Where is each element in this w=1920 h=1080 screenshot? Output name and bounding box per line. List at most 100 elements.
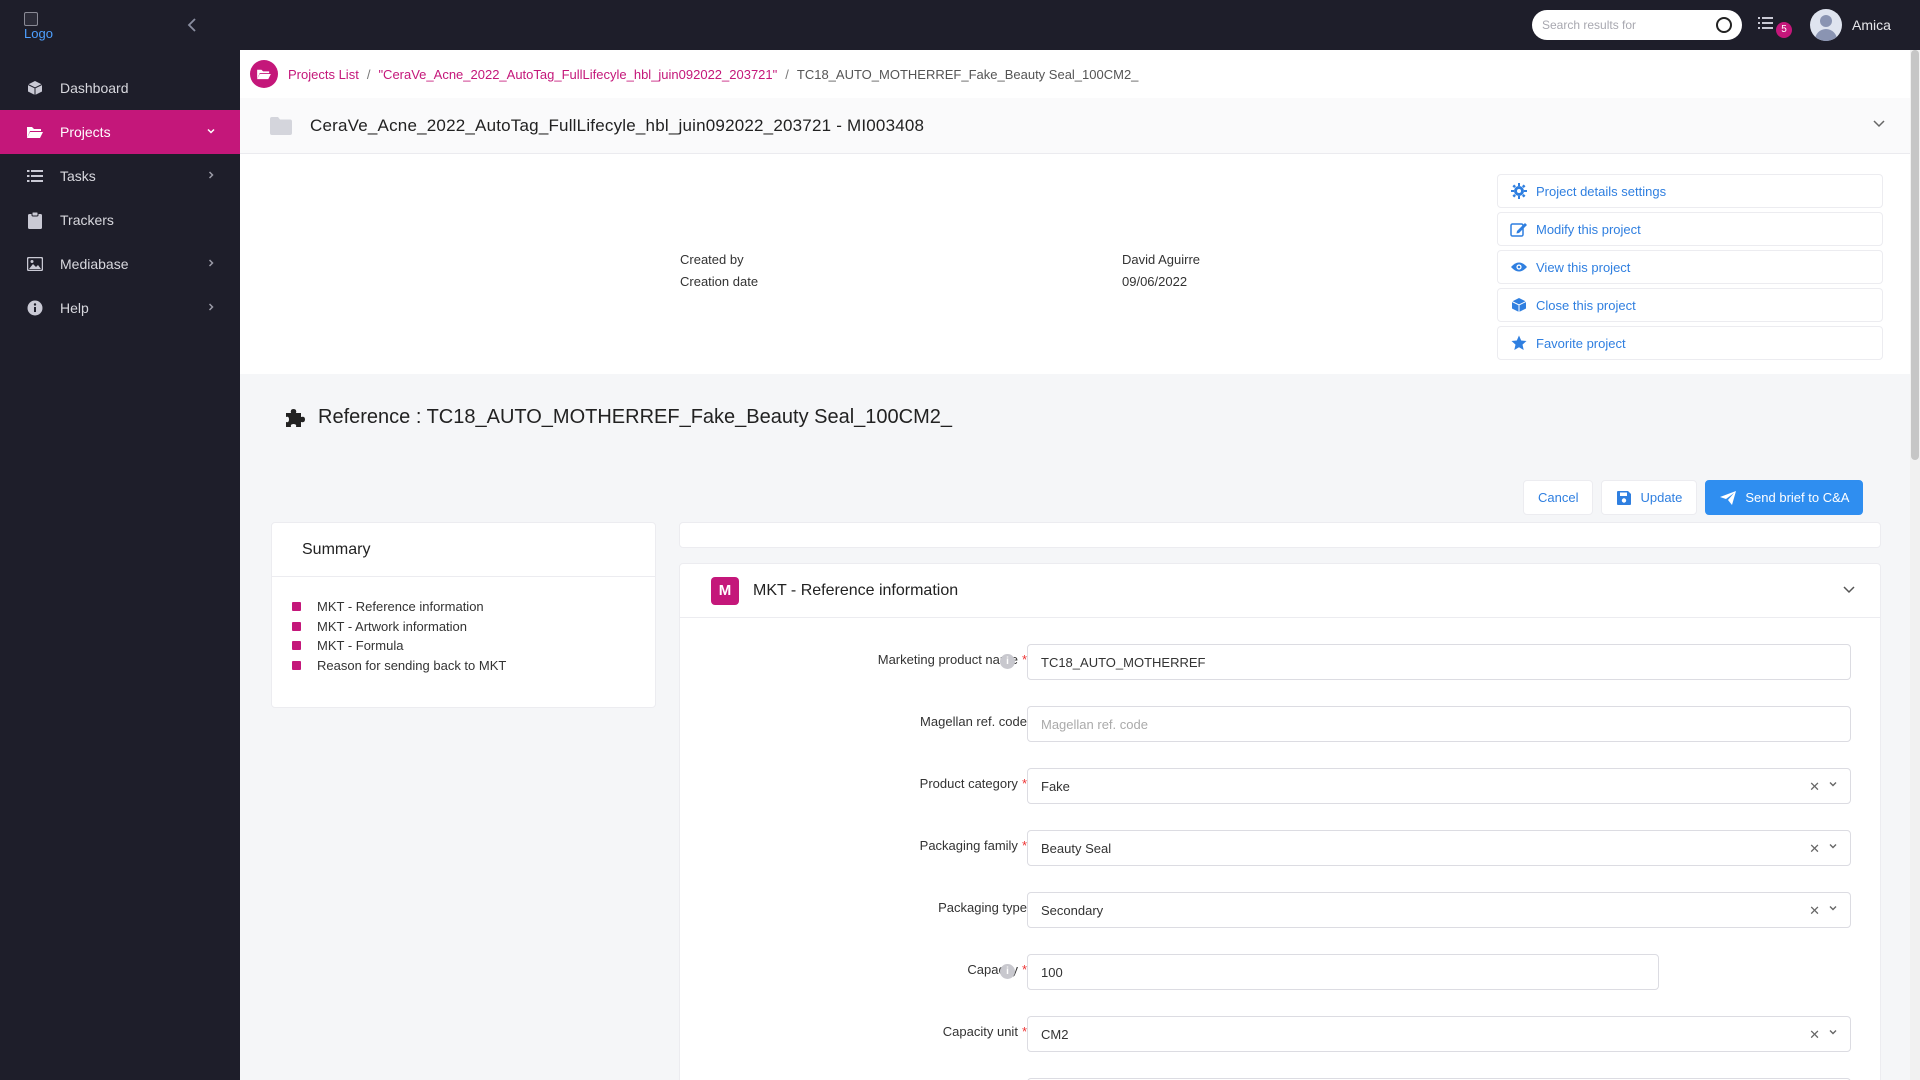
- sidebar-item-label: Projects: [60, 124, 111, 140]
- marketing-product-name-row: Marketing product name * i: [680, 644, 1882, 680]
- box-icon: [1510, 296, 1528, 314]
- save-icon: [1616, 490, 1632, 506]
- scrollbar-thumb[interactable]: [1911, 50, 1919, 460]
- label-text: Packaging type: [938, 900, 1027, 915]
- reference-action-bar: Cancel Update Send brief to C&A: [1523, 480, 1864, 515]
- packaging-family-select[interactable]: Beauty Seal ✕: [1027, 830, 1851, 866]
- sidebar-item-help[interactable]: Help: [0, 286, 240, 330]
- summary-item[interactable]: MKT - Artwork information: [292, 617, 655, 637]
- folder-icon: [270, 116, 292, 135]
- avatar[interactable]: [1810, 9, 1842, 41]
- sidebar: Logo Dashboard Projects Tasks Trackers M…: [0, 0, 240, 1080]
- breadcrumb-separator: /: [366, 66, 371, 82]
- project-details-settings-button[interactable]: Project details settings: [1497, 174, 1883, 208]
- sidebar-item-mediabase[interactable]: Mediabase: [0, 242, 240, 286]
- selected-value: Secondary: [1041, 902, 1104, 918]
- favorite-project-button[interactable]: Favorite project: [1497, 326, 1883, 360]
- notification-badge: 5: [1776, 22, 1792, 38]
- project-meta-values: David Aguirre 09/06/2022: [1122, 249, 1200, 293]
- magellan-ref-code-field[interactable]: [1027, 706, 1851, 742]
- breadcrumb: Projects List / "CeraVe_Acne_2022_AutoTa…: [240, 50, 1910, 98]
- action-label: View this project: [1536, 259, 1631, 275]
- packaging-type-select[interactable]: Secondary ✕: [1027, 892, 1851, 928]
- chevron-down-icon[interactable]: [1872, 116, 1886, 135]
- search-box[interactable]: [1532, 10, 1742, 40]
- product-category-select[interactable]: Fake ✕: [1027, 768, 1851, 804]
- label-text: Marketing product name: [877, 652, 1018, 667]
- search-input[interactable]: [1542, 18, 1716, 32]
- folder-open-icon: [26, 123, 44, 141]
- paper-plane-icon: [1719, 490, 1737, 506]
- view-project-button[interactable]: View this project: [1497, 250, 1883, 284]
- clear-icon[interactable]: ✕: [1809, 779, 1820, 795]
- chevron-down-icon[interactable]: [1828, 778, 1838, 792]
- chevron-down-icon[interactable]: [1828, 902, 1838, 916]
- capacity-field[interactable]: [1027, 954, 1659, 990]
- action-label: Close this project: [1536, 297, 1636, 313]
- breadcrumb-current: TC18_AUTO_MOTHERREF_Fake_Beauty Seal_100…: [796, 66, 1139, 82]
- bullet-square: [292, 641, 301, 651]
- packaging-family-row: Packaging family * Beauty Seal ✕: [680, 830, 1882, 866]
- project-title: CeraVe_Acne_2022_AutoTag_FullLifecyle_hb…: [310, 115, 925, 135]
- chevron-down-icon[interactable]: [1842, 582, 1856, 599]
- packaging-type-row: Packaging type Secondary ✕: [680, 892, 1882, 928]
- eye-icon: [1510, 258, 1528, 276]
- sidebar-item-label: Help: [60, 300, 89, 316]
- logo[interactable]: Logo: [24, 12, 53, 41]
- user-name[interactable]: Amica: [1852, 17, 1891, 33]
- section-title: MKT - Reference information: [753, 581, 959, 599]
- empty-card: [679, 522, 1881, 548]
- capacity-unit-row: Capacity unit * CM2 ✕: [680, 1016, 1882, 1052]
- breadcrumb-separator: /: [785, 66, 789, 82]
- breadcrumb-project[interactable]: "CeraVe_Acne_2022_AutoTag_FullLifecyle_h…: [378, 67, 777, 82]
- chevron-down-icon[interactable]: [1828, 1026, 1838, 1040]
- page-scrollbar[interactable]: [1910, 50, 1920, 1080]
- search-icon[interactable]: [1716, 17, 1732, 33]
- clear-icon[interactable]: ✕: [1809, 903, 1820, 919]
- summary-item[interactable]: MKT - Reference information: [292, 597, 655, 617]
- chevron-down-icon[interactable]: [1828, 840, 1838, 854]
- modify-project-button[interactable]: Modify this project: [1497, 212, 1883, 246]
- bullet-square: [292, 602, 301, 612]
- send-brief-button[interactable]: Send brief to C&A: [1705, 480, 1864, 515]
- marketing-product-name-input[interactable]: [1041, 654, 1850, 670]
- sidebar-item-tasks[interactable]: Tasks: [0, 154, 240, 198]
- summary-item[interactable]: Reason for sending back to MKT: [292, 656, 655, 676]
- bullet-square: [292, 621, 301, 631]
- sidebar-item-label: Dashboard: [60, 80, 129, 96]
- update-label: Update: [1640, 490, 1683, 505]
- info-icon[interactable]: i: [1000, 964, 1015, 979]
- summary-item-label: Reason for sending back to MKT: [317, 657, 507, 673]
- breadcrumb-projects-list[interactable]: Projects List: [288, 67, 359, 82]
- capacity-input[interactable]: [1041, 964, 1658, 980]
- gear-icon: [1510, 182, 1528, 200]
- field-label: Product category *: [920, 776, 1027, 791]
- clear-icon[interactable]: ✕: [1809, 841, 1820, 857]
- created-by-label: Created by: [680, 252, 744, 267]
- creation-date-value: 09/06/2022: [1122, 274, 1188, 289]
- summary-item[interactable]: MKT - Formula: [292, 636, 655, 656]
- project-header[interactable]: CeraVe_Acne_2022_AutoTag_FullLifecyle_hb…: [240, 98, 1910, 154]
- update-button[interactable]: Update: [1601, 480, 1698, 515]
- send-brief-label: Send brief to C&A: [1745, 490, 1850, 505]
- marketing-product-name-field[interactable]: [1027, 644, 1851, 680]
- section-header[interactable]: M MKT - Reference information: [680, 564, 1880, 618]
- cancel-button[interactable]: Cancel: [1523, 480, 1594, 515]
- summary-title: Summary: [272, 523, 655, 577]
- project-details: Created by Creation date David Aguirre 0…: [240, 154, 1910, 374]
- collapse-sidebar-icon[interactable]: [184, 16, 204, 36]
- label-text: Magellan ref. code: [920, 714, 1027, 729]
- edit-icon: [1510, 220, 1528, 238]
- info-icon[interactable]: i: [1000, 654, 1015, 669]
- capacity-unit-select[interactable]: CM2 ✕: [1027, 1016, 1851, 1052]
- sidebar-item-projects[interactable]: Projects: [0, 110, 240, 154]
- action-label: Project details settings: [1536, 183, 1667, 199]
- sidebar-item-trackers[interactable]: Trackers: [0, 198, 240, 242]
- sidebar-item-label: Trackers: [60, 212, 114, 228]
- clear-icon[interactable]: ✕: [1809, 1027, 1820, 1043]
- cancel-label: Cancel: [1538, 490, 1579, 505]
- info-icon: [26, 299, 44, 317]
- sidebar-item-dashboard[interactable]: Dashboard: [0, 66, 240, 110]
- close-project-button[interactable]: Close this project: [1497, 288, 1883, 322]
- magellan-ref-code-input[interactable]: [1041, 716, 1850, 732]
